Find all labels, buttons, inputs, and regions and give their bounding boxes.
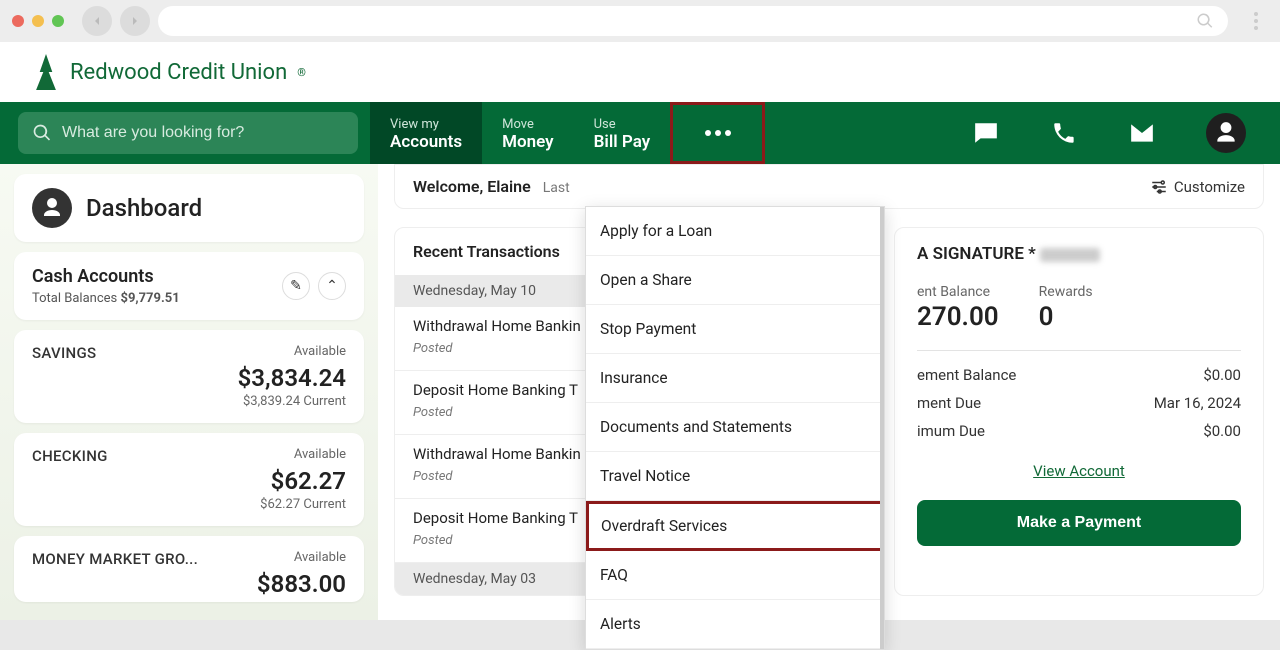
credit-card-name: A SIGNATURE * [917, 244, 1241, 264]
forward-button[interactable] [120, 6, 150, 36]
phone-icon[interactable] [1050, 119, 1078, 147]
menu-stop-payment[interactable]: Stop Payment [586, 305, 884, 354]
menu-overdraft-services[interactable]: Overdraft Services [586, 501, 884, 551]
menu-travel-notice[interactable]: Travel Notice [586, 452, 884, 501]
cc-statement-balance: ement Balance$0.00 [917, 361, 1241, 389]
window-controls [12, 15, 64, 27]
profile-avatar[interactable] [1206, 113, 1246, 153]
menu-documents[interactable]: Documents and Statements [586, 403, 884, 452]
sliders-icon [1150, 178, 1168, 196]
account-card-savings[interactable]: SAVINGS Available $3,834.24 $3,839.24 Cu… [14, 330, 364, 423]
more-icon [705, 130, 731, 136]
menu-faq[interactable]: FAQ [586, 551, 884, 600]
tree-icon [32, 54, 60, 90]
brand-header: Redwood Credit Union® [0, 42, 1280, 102]
menu-insurance[interactable]: Insurance [586, 354, 884, 403]
close-window[interactable] [12, 15, 24, 27]
page-content: Redwood Credit Union® View my Accounts M… [0, 42, 1280, 620]
back-button[interactable] [82, 6, 112, 36]
edit-icon[interactable]: ✎ [282, 272, 310, 300]
address-bar[interactable] [158, 6, 1228, 36]
nav-tab-bill-pay[interactable]: Use Bill Pay [574, 102, 671, 164]
welcome-bar: Welcome, Elaine Last Customize [394, 164, 1264, 209]
primary-nav: View my Accounts Move Money Use Bill Pay [0, 102, 1280, 164]
search-icon [32, 123, 52, 143]
nav-tab-accounts[interactable]: View my Accounts [370, 102, 482, 164]
view-account-link[interactable]: View Account [1033, 462, 1125, 480]
minimize-window[interactable] [32, 15, 44, 27]
messages-icon[interactable] [972, 119, 1000, 147]
redacted-number [1040, 248, 1100, 262]
cc-minimum-due: imum Due$0.00 [917, 417, 1241, 445]
welcome-greeting: Welcome, Elaine [413, 177, 531, 196]
search-input[interactable] [62, 124, 344, 142]
menu-open-share[interactable]: Open a Share [586, 256, 884, 305]
search-icon [1196, 12, 1214, 30]
mail-icon[interactable] [1128, 119, 1156, 147]
browser-chrome [0, 0, 1280, 42]
account-card-checking[interactable]: CHECKING Available $62.27 $62.27 Current [14, 433, 364, 526]
browser-menu-icon[interactable] [1244, 12, 1268, 30]
more-menu-dropdown: Apply for a Loan Open a Share Stop Payme… [585, 206, 885, 650]
maximize-window[interactable] [52, 15, 64, 27]
account-card-money-market[interactable]: MONEY MARKET GRO... Available $883.00 [14, 536, 364, 602]
last-login-label: Last [543, 180, 570, 196]
dashboard-title: Dashboard [86, 194, 202, 222]
customize-button[interactable]: Customize [1150, 178, 1245, 196]
nav-tab-move-money[interactable]: Move Money [482, 102, 573, 164]
sidebar: Dashboard Cash Accounts Total Balances $… [0, 164, 378, 620]
scrollbar[interactable] [880, 207, 884, 649]
brand-logo[interactable]: Redwood Credit Union® [32, 54, 306, 90]
collapse-icon[interactable]: ⌃ [318, 272, 346, 300]
cc-payment-due: ment DueMar 16, 2024 [917, 389, 1241, 417]
nav-more-menu[interactable] [670, 102, 765, 164]
brand-name: Redwood Credit Union [70, 60, 287, 85]
make-payment-button[interactable]: Make a Payment [917, 500, 1241, 546]
cash-accounts-header: Cash Accounts Total Balances $9,779.51 ✎… [14, 252, 364, 320]
menu-apply-loan[interactable]: Apply for a Loan [586, 207, 884, 256]
person-icon [32, 188, 72, 228]
credit-card-summary: A SIGNATURE * ent Balance 270.00 Rewards… [894, 227, 1264, 596]
cash-accounts-title: Cash Accounts [32, 266, 180, 287]
site-search[interactable] [18, 112, 358, 154]
sidebar-dashboard[interactable]: Dashboard [14, 174, 364, 242]
menu-alerts[interactable]: Alerts [586, 600, 884, 649]
